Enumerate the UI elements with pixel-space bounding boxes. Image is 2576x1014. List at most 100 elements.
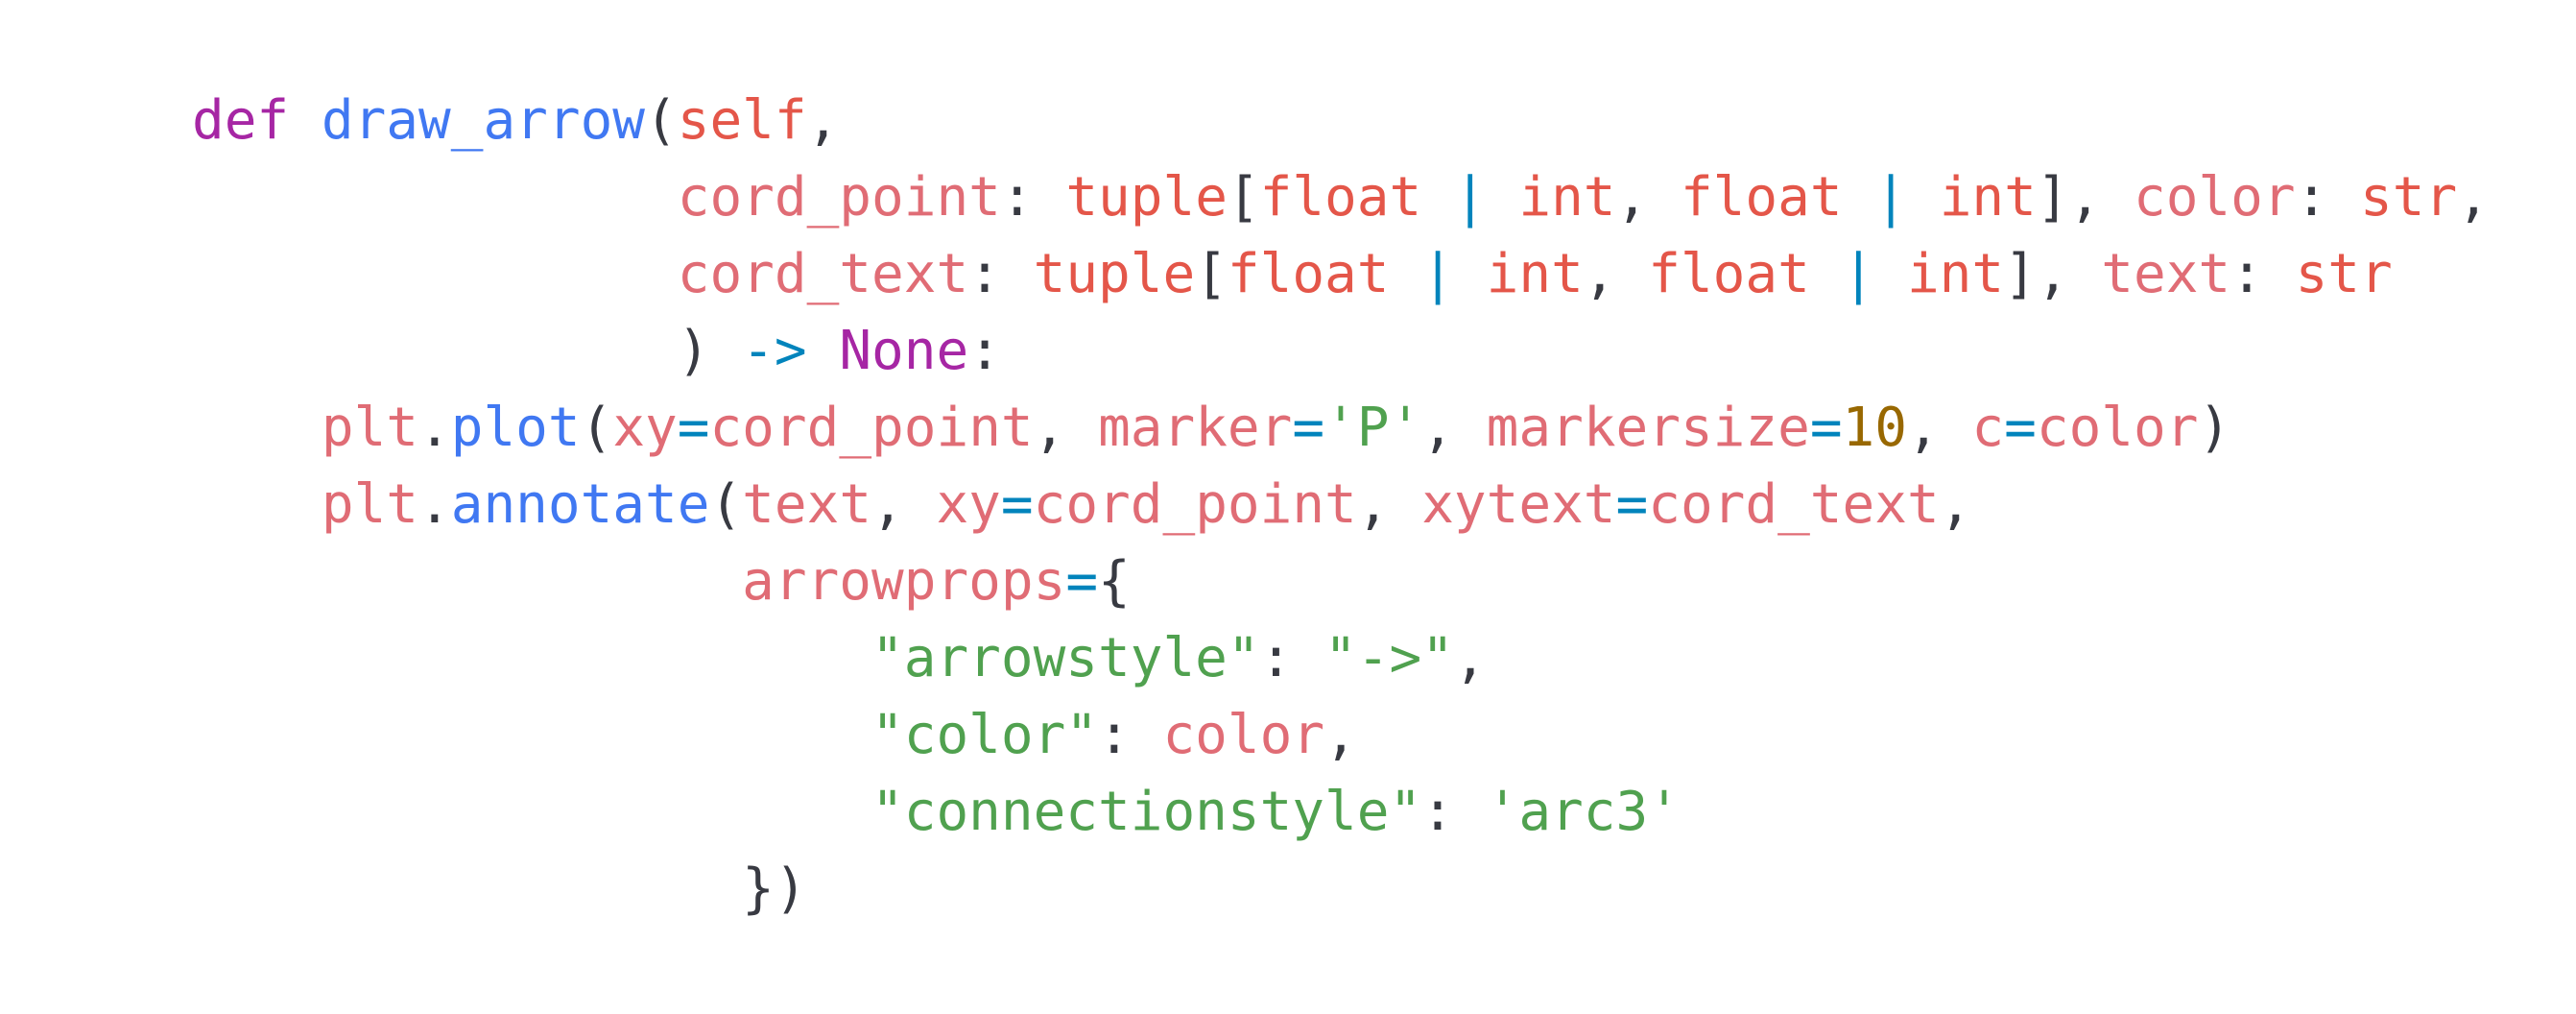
code-token-punctuation: , bbox=[1324, 704, 1357, 766]
code-token-variable: color bbox=[2134, 166, 2296, 229]
code-token-punctuation bbox=[807, 320, 840, 382]
code-token-punctuation: , bbox=[2457, 166, 2490, 229]
code-token-keyword: def bbox=[192, 89, 290, 152]
code-token-punctuation bbox=[192, 320, 678, 382]
code-line: plt.plot(xy=cord_point, marker='P', mark… bbox=[192, 390, 2490, 467]
code-token-string: "connectionstyle" bbox=[871, 781, 1422, 843]
code-token-operator: = bbox=[2004, 397, 2037, 459]
code-line: def draw_arrow(self, bbox=[192, 83, 2490, 159]
code-token-variable: cord_point bbox=[677, 166, 1001, 229]
code-token-punctuation: ) bbox=[2198, 397, 2231, 459]
code-token-punctuation: : bbox=[2295, 166, 2361, 229]
code-token-type: float bbox=[1648, 243, 1810, 305]
code-token-punctuation: { bbox=[1098, 550, 1131, 613]
code-token-punctuation bbox=[289, 89, 322, 152]
code-line: cord_point: tuple[float | int, float | i… bbox=[192, 159, 2490, 236]
code-token-punctuation: : bbox=[1000, 166, 1066, 229]
code-line: ) -> None: bbox=[192, 313, 2490, 390]
code-token-punctuation: , bbox=[1939, 473, 1972, 536]
code-token-variable: c bbox=[1971, 397, 2005, 459]
code-token-type: tuple bbox=[1065, 166, 1228, 229]
code-token-type: float bbox=[1259, 166, 1422, 229]
code-token-string: "->" bbox=[1324, 627, 1454, 689]
code-token-punctuation bbox=[192, 473, 322, 536]
code-token-punctuation: ( bbox=[645, 89, 678, 152]
code-token-variable: xytext bbox=[1421, 473, 1616, 536]
code-token-type: tuple bbox=[1033, 243, 1196, 305]
code-token-variable: cord_text bbox=[677, 243, 969, 305]
code-token-type: str bbox=[2360, 166, 2458, 229]
code-token-string: "arrowstyle" bbox=[871, 627, 1260, 689]
code-token-punctuation: ], bbox=[2036, 166, 2134, 229]
code-token-punctuation: [ bbox=[1195, 243, 1228, 305]
code-token-punctuation: : bbox=[968, 243, 1034, 305]
code-token-punctuation bbox=[192, 627, 871, 689]
code-token-punctuation bbox=[192, 243, 678, 305]
code-token-operator: = bbox=[1809, 397, 1843, 459]
code-token-punctuation: [ bbox=[1227, 166, 1260, 229]
code-token-punctuation: , bbox=[806, 89, 840, 152]
code-token-operator: = bbox=[1292, 397, 1325, 459]
code-token-punctuation: , bbox=[871, 473, 937, 536]
code-token-variable: text bbox=[742, 473, 872, 536]
code-line: plt.annotate(text, xy=cord_point, xytext… bbox=[192, 467, 2490, 543]
code-line: arrowprops={ bbox=[192, 543, 2490, 620]
code-token-string: "color" bbox=[871, 704, 1099, 766]
code-line: "color": color, bbox=[192, 697, 2490, 774]
code-token-operator: -> bbox=[742, 320, 807, 382]
code-token-punctuation: ( bbox=[709, 473, 743, 536]
code-token-variable: color bbox=[1162, 704, 1325, 766]
code-token-punctuation: , bbox=[1906, 397, 1972, 459]
code-token-punctuation: , bbox=[1033, 397, 1099, 459]
code-token-punctuation: , bbox=[1615, 166, 1681, 229]
code-token-punctuation bbox=[192, 781, 871, 843]
code-token-variable: plt bbox=[321, 397, 419, 459]
code-token-punctuation: : bbox=[1259, 627, 1325, 689]
code-token-variable: markersize bbox=[1486, 397, 1810, 459]
code-token-punctuation: , bbox=[1421, 397, 1487, 459]
code-token-punctuation: , bbox=[1356, 473, 1422, 536]
code-token-punctuation: ( bbox=[580, 397, 613, 459]
code-token-variable: cord_point bbox=[1033, 473, 1357, 536]
code-token-operator: = bbox=[1615, 473, 1649, 536]
code-token-function: plot bbox=[450, 397, 581, 459]
code-token-punctuation: : bbox=[1421, 781, 1487, 843]
code-token-operator: | bbox=[1421, 166, 1519, 229]
code-token-variable: cord_text bbox=[1648, 473, 1940, 536]
code-token-operator: | bbox=[1809, 243, 1907, 305]
code-token-type: int bbox=[1518, 166, 1616, 229]
code-token-variable: cord_point bbox=[709, 397, 1034, 459]
code-token-punctuation: . bbox=[418, 473, 451, 536]
code-token-string: 'P' bbox=[1324, 397, 1422, 459]
code-token-punctuation: , bbox=[1453, 627, 1487, 689]
code-token-type: self bbox=[677, 89, 807, 152]
code-token-punctuation: : bbox=[1098, 704, 1163, 766]
code-token-function: draw_arrow bbox=[321, 89, 646, 152]
code-token-variable: plt bbox=[321, 473, 419, 536]
code-token-punctuation: , bbox=[1583, 243, 1649, 305]
code-token-punctuation: . bbox=[418, 397, 451, 459]
code-token-punctuation: }) bbox=[742, 857, 807, 920]
code-token-string: 'arc3' bbox=[1486, 781, 1681, 843]
code-token-operator: = bbox=[1000, 473, 1034, 536]
code-token-keyword: None bbox=[839, 320, 969, 382]
code-token-variable: marker bbox=[1098, 397, 1293, 459]
code-line: }) bbox=[192, 851, 2490, 928]
code-line: "connectionstyle": 'arc3' bbox=[192, 774, 2490, 851]
code-token-variable: text bbox=[2101, 243, 2231, 305]
code-token-variable: xy bbox=[612, 397, 678, 459]
code-token-punctuation: : bbox=[2230, 243, 2296, 305]
code-token-number: 10 bbox=[1842, 397, 1907, 459]
code-token-type: float bbox=[1227, 243, 1390, 305]
code-block: def draw_arrow(self, cord_point: tuple[f… bbox=[192, 83, 2490, 928]
code-line: cord_text: tuple[float | int, float | in… bbox=[192, 236, 2490, 313]
code-token-punctuation: : bbox=[968, 320, 1001, 382]
code-token-punctuation bbox=[192, 704, 871, 766]
code-token-type: int bbox=[1939, 166, 2037, 229]
code-token-operator: | bbox=[1389, 243, 1487, 305]
code-token-type: str bbox=[2295, 243, 2393, 305]
code-token-variable: xy bbox=[936, 473, 1001, 536]
code-token-function: annotate bbox=[450, 473, 710, 536]
code-token-variable: arrowprops bbox=[742, 550, 1066, 613]
code-line: "arrowstyle": "->", bbox=[192, 620, 2490, 697]
